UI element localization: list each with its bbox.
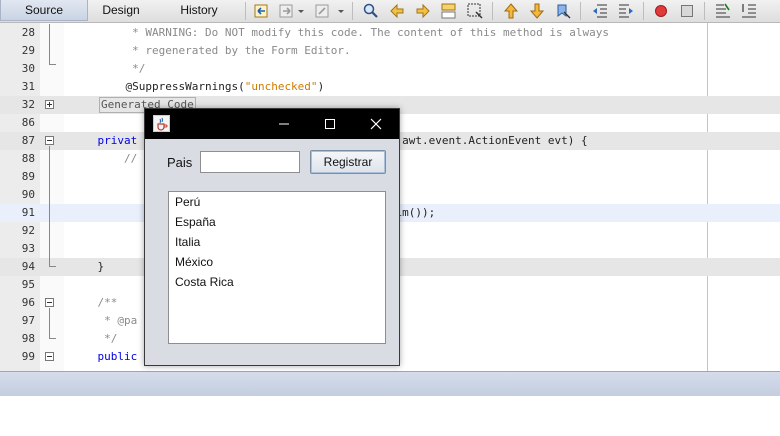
shift-right-icon[interactable] (617, 2, 635, 20)
tab-source[interactable]: Source (0, 0, 88, 21)
collapse-fold-icon[interactable] (45, 352, 54, 361)
line-text: * WARNING: Do NOT modify this code. The … (99, 26, 609, 39)
registro-dialog: Pais Registrar Perú España Italia México… (144, 108, 400, 366)
line-text: @SuppressWarnings("unchecked") (99, 78, 324, 96)
editor-toolbar: Source Design History (0, 0, 780, 23)
toggle-rect-select-icon[interactable] (466, 2, 484, 20)
empty-area (0, 396, 780, 436)
toolbar-separator (352, 2, 353, 20)
annotation-text: @SuppressWarnings( (99, 80, 245, 93)
comment-icon[interactable] (714, 2, 732, 20)
chevron-down-icon[interactable] (296, 2, 306, 20)
tab-history[interactable]: History (162, 0, 236, 21)
expand-fold-icon[interactable] (45, 100, 54, 109)
next-bookmark-icon[interactable] (528, 2, 546, 20)
line-number: 32 (21, 98, 35, 111)
find-prev-icon[interactable] (388, 2, 406, 20)
status-bar (0, 371, 780, 396)
list-item[interactable]: México (169, 252, 385, 272)
line-number: 88 (21, 152, 35, 165)
toolbar-separator (704, 2, 705, 20)
list-item[interactable]: España (169, 212, 385, 232)
dialog-titlebar[interactable] (145, 109, 399, 139)
fold-guide-end (49, 64, 56, 65)
tab-design[interactable]: Design (90, 0, 152, 21)
stop-macro-icon[interactable] (678, 2, 696, 20)
line-number: 91 (21, 206, 35, 219)
line-number: 97 (21, 314, 35, 327)
fold-guide-end (49, 266, 56, 267)
fold-guide (49, 146, 50, 266)
start-macro-icon[interactable] (652, 2, 670, 20)
line-number: 99 (21, 350, 35, 363)
line-number: 86 (21, 116, 35, 129)
fold-guide (49, 24, 50, 64)
country-label: Pais (167, 155, 193, 170)
code-line: 31 @SuppressWarnings("unchecked") (0, 78, 780, 96)
line-number: 87 (21, 134, 35, 147)
annotation-close: ) (317, 80, 325, 93)
toolbar-separator (245, 2, 246, 20)
toolbar-separator (643, 2, 644, 20)
line-number: 89 (21, 170, 35, 183)
prev-bookmark-icon[interactable] (502, 2, 520, 20)
forward-source-icon[interactable] (278, 2, 296, 20)
line-text: /** (71, 296, 118, 309)
fold-guide-end (49, 338, 56, 339)
line-number: 95 (21, 278, 35, 291)
country-list[interactable]: Perú España Italia México Costa Rica (168, 191, 386, 344)
last-edit-icon[interactable] (314, 2, 332, 20)
collapse-fold-icon[interactable] (45, 298, 54, 307)
back-source-icon[interactable] (253, 2, 271, 20)
fold-guide (49, 308, 50, 338)
line-number: 29 (21, 44, 35, 57)
toolbar-separator (492, 2, 493, 20)
uncomment-icon[interactable] (740, 2, 758, 20)
line-number: 92 (21, 224, 35, 237)
keyword: public (71, 350, 138, 363)
minimize-button[interactable] (261, 109, 307, 139)
line-number: 98 (21, 332, 35, 345)
line-number: 93 (21, 242, 35, 255)
register-button[interactable]: Registrar (310, 150, 386, 174)
toolbar-separator (580, 2, 581, 20)
code-line: 29 * regenerated by the Form Editor. (0, 42, 780, 60)
find-next-icon[interactable] (414, 2, 432, 20)
line-number: 28 (21, 26, 35, 39)
line-number: 94 (21, 260, 35, 273)
line-number: 90 (21, 188, 35, 201)
country-input[interactable] (200, 151, 300, 173)
toggle-highlight-icon[interactable] (440, 2, 458, 20)
list-item[interactable]: Costa Rica (169, 272, 385, 292)
toggle-bookmark-icon[interactable] (554, 2, 572, 20)
list-item[interactable]: Perú (169, 192, 385, 212)
maximize-button[interactable] (307, 109, 353, 139)
line-number: 31 (21, 80, 35, 93)
line-number: 96 (21, 296, 35, 309)
close-button[interactable] (353, 109, 399, 139)
list-item[interactable]: Italia (169, 232, 385, 252)
keyword: privat (71, 134, 138, 147)
line-text: */ (99, 62, 146, 75)
line-text: */ (71, 332, 118, 345)
string-literal: "unchecked" (244, 80, 318, 93)
code-line: 28 * WARNING: Do NOT modify this code. T… (0, 24, 780, 42)
collapse-fold-icon[interactable] (45, 136, 54, 145)
chevron-down-icon[interactable] (336, 2, 346, 20)
find-icon[interactable] (362, 2, 380, 20)
line-text: } (71, 260, 105, 273)
code-line: 30 */ (0, 60, 780, 78)
line-text: * regenerated by the Form Editor. (99, 44, 351, 57)
line-number: 30 (21, 62, 35, 75)
java-coffee-icon (153, 115, 170, 132)
shift-left-icon[interactable] (591, 2, 609, 20)
